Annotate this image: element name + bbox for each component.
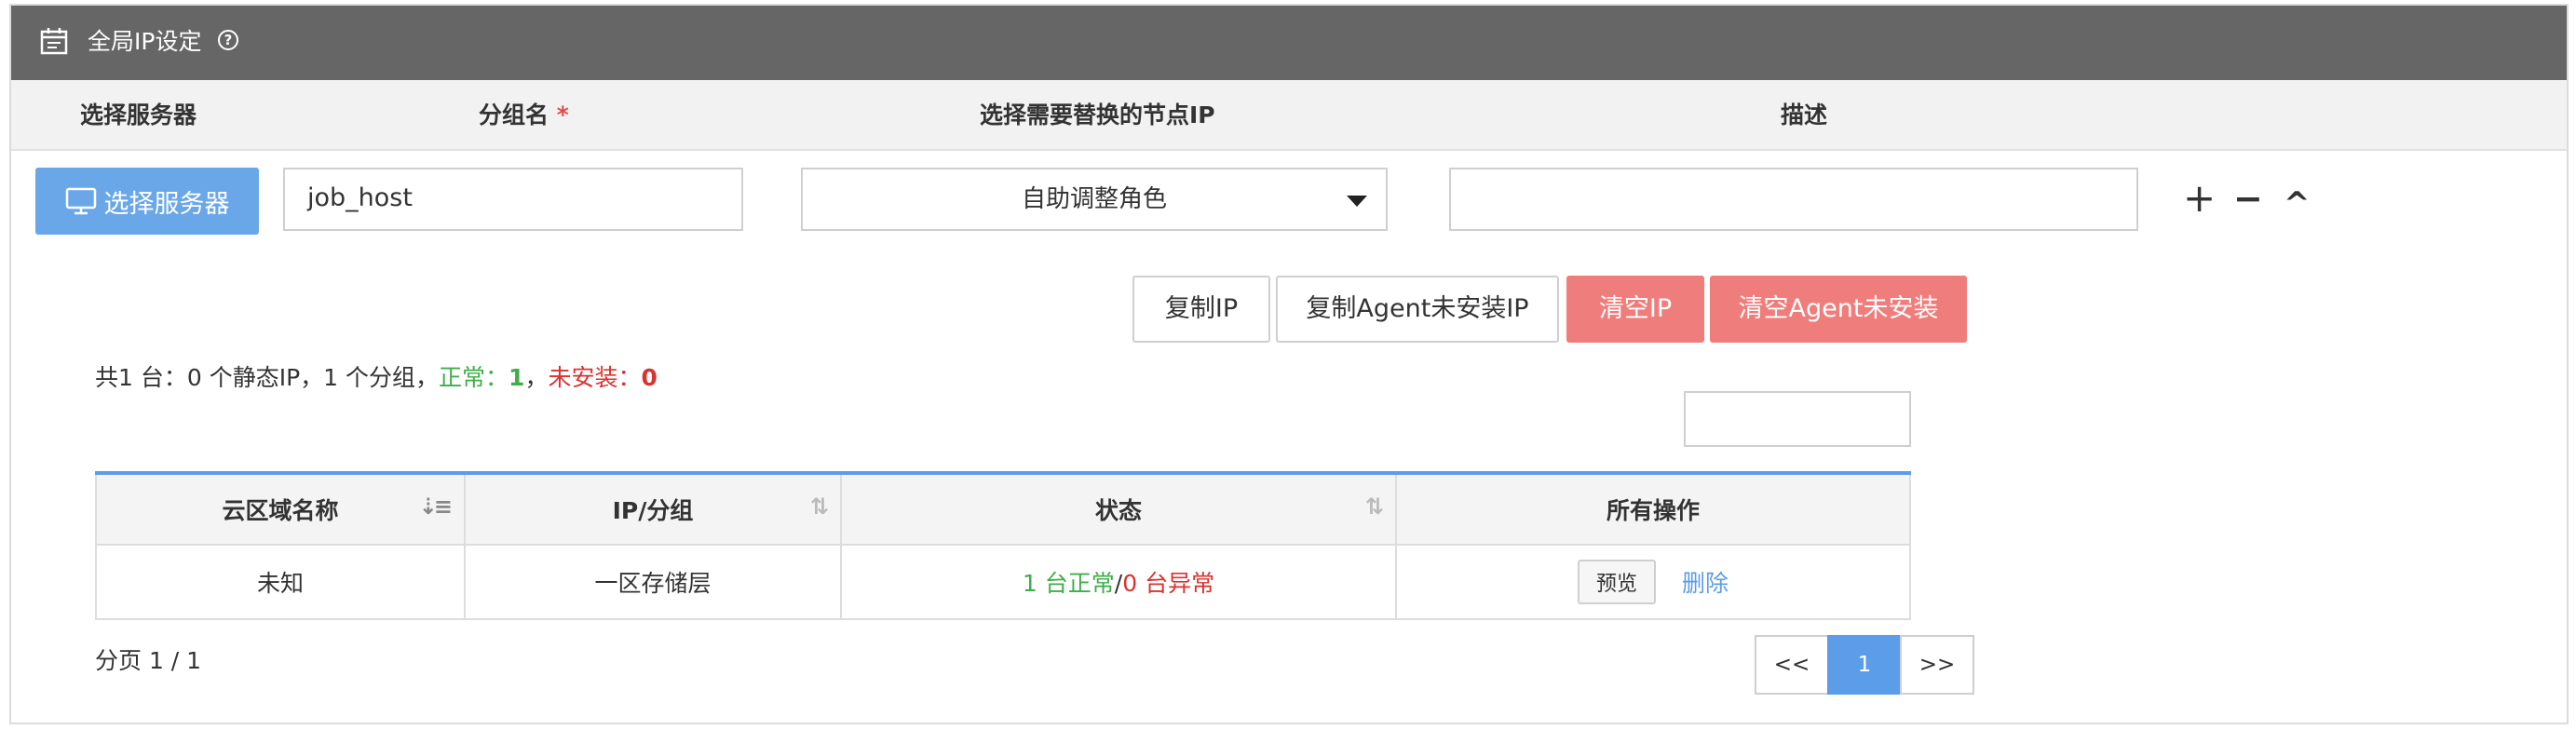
collapse-icon[interactable]: ^: [2284, 186, 2311, 222]
monitor-icon: [65, 187, 96, 215]
description-input[interactable]: [1449, 168, 2138, 231]
col-node-ip: 选择需要替换的节点IP: [980, 101, 1215, 128]
cell-region: 未知: [95, 544, 466, 620]
col-description: 描述: [1781, 101, 1828, 128]
caret-down-icon: [1347, 196, 1367, 207]
cell-actions: 预览 删除: [1395, 544, 1911, 620]
required-mark: *: [556, 101, 569, 128]
cell-status: 1 台正常/0 台异常: [840, 544, 1397, 620]
clear-agent-uninstalled-button[interactable]: 清空Agent未安装: [1710, 276, 1967, 343]
calendar-icon: [39, 26, 69, 60]
col-select-server: 选择服务器: [80, 101, 197, 128]
status-bad: 0 台异常: [1122, 570, 1215, 597]
sort-icon[interactable]: ⇣≡: [419, 495, 453, 518]
group-name-input[interactable]: job_host: [283, 168, 743, 231]
delete-link[interactable]: 删除: [1682, 570, 1729, 597]
th-ip-group[interactable]: IP/分组 ⇅: [464, 472, 842, 546]
remove-row-icon[interactable]: −: [2233, 181, 2263, 216]
copy-ip-button[interactable]: 复制IP: [1132, 276, 1270, 343]
node-ip-select[interactable]: 自助调整角色: [801, 168, 1388, 231]
copy-agent-uninstalled-ip-button[interactable]: 复制Agent未安装IP: [1276, 276, 1559, 343]
column-header-bar: 选择服务器 分组名 * 选择需要替换的节点IP 描述: [11, 80, 2567, 151]
table-header-row: 云区域名称 ⇣≡ IP/分组 ⇅ 状态 ⇅ 所有操作: [95, 472, 1911, 546]
uninstalled-count: 0: [641, 364, 658, 391]
sort-icon[interactable]: ⇅: [1365, 495, 1384, 518]
summary-separator: ，: [524, 364, 549, 391]
col-group-name: 分组名 *: [479, 101, 569, 128]
server-table: 云区域名称 ⇣≡ IP/分组 ⇅ 状态 ⇅ 所有操作 未知 一区存储层 1 台正常/0…: [95, 471, 1911, 620]
th-status[interactable]: 状态 ⇅: [840, 472, 1397, 546]
select-server-button-label: 选择服务器: [103, 189, 230, 219]
pagination: << 1 >>: [1755, 635, 1974, 695]
table-row: 未知 一区存储层 1 台正常/0 台异常 预览 删除: [95, 544, 1911, 620]
uninstalled-label: 未安装：: [548, 364, 642, 391]
status-separator: /: [1114, 570, 1123, 597]
sort-icon[interactable]: ⇅: [810, 495, 829, 518]
panel-header: 全局IP设定 ?: [11, 6, 2567, 80]
cell-ip-group: 一区存储层: [464, 544, 842, 620]
page-1-button[interactable]: 1: [1827, 635, 1902, 695]
preview-button[interactable]: 预览: [1577, 560, 1656, 604]
question-circle-icon[interactable]: ?: [218, 30, 238, 50]
pagination-text: 分页 1 / 1: [95, 647, 202, 674]
panel-title: 全局IP设定: [88, 28, 202, 55]
add-row-icon[interactable]: +: [2183, 179, 2216, 218]
normal-count: 1: [508, 364, 525, 391]
status-ok: 1 台正常: [1022, 570, 1115, 597]
node-ip-select-value: 自助调整角色: [1021, 185, 1167, 213]
summary-prefix: 共1 台：0 个静态IP，1 个分组，: [95, 364, 440, 391]
normal-label: 正常：: [439, 364, 509, 391]
clear-ip-button[interactable]: 清空IP: [1566, 276, 1704, 343]
next-page-button[interactable]: >>: [1900, 635, 1974, 695]
summary-line: 共1 台：0 个静态IP，1 个分组，正常：1，未安装：0: [95, 363, 658, 393]
prev-page-button[interactable]: <<: [1755, 635, 1829, 695]
th-actions: 所有操作: [1395, 472, 1911, 546]
select-server-button[interactable]: 选择服务器: [35, 168, 259, 235]
table-filter-input[interactable]: [1684, 391, 1911, 447]
th-region[interactable]: 云区域名称 ⇣≡: [95, 472, 466, 546]
